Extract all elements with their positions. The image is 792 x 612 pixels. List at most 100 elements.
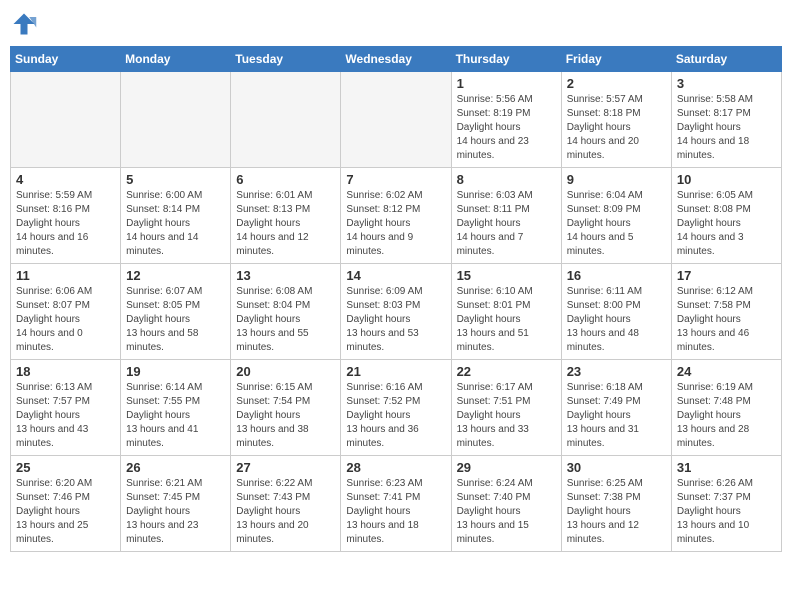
day-info: Sunrise: 6:26 AMSunset: 7:37 PMDaylight … xyxy=(677,477,776,547)
calendar-day-26: 26 Sunrise: 6:21 AMSunset: 7:45 PMDayligh… xyxy=(121,456,231,552)
day-number: 2 xyxy=(567,76,666,91)
day-info: Sunrise: 6:14 AMSunset: 7:55 PMDaylight … xyxy=(126,381,225,451)
day-number: 4 xyxy=(16,172,115,187)
day-number: 6 xyxy=(236,172,335,187)
page: SundayMondayTuesdayWednesdayThursdayFrid… xyxy=(0,0,792,562)
calendar-day-25: 25Sunrise: 6:20 AMSunset: 7:46 PMDayligh… xyxy=(11,456,121,552)
calendar-day-30: 30 Sunrise: 6:25 AMSunset: 7:38 PMDayligh… xyxy=(561,456,671,552)
day-info: Sunrise: 6:16 AMSunset: 7:52 PMDaylight … xyxy=(346,381,445,451)
day-number: 24 xyxy=(677,364,776,379)
calendar-day-22: 22 Sunrise: 6:17 AMSunset: 7:51 PMDayligh… xyxy=(451,360,561,456)
calendar-day-23: 23 Sunrise: 6:18 AMSunset: 7:49 PMDayligh… xyxy=(561,360,671,456)
day-number: 11 xyxy=(16,268,115,283)
calendar-day-4: 4 Sunrise: 5:59 AMSunset: 8:16 PMDaylight… xyxy=(11,168,121,264)
calendar-header-row: SundayMondayTuesdayWednesdayThursdayFrid… xyxy=(11,47,782,72)
day-info: Sunrise: 6:15 AMSunset: 7:54 PMDaylight … xyxy=(236,381,335,451)
calendar-week-1: 1Sunrise: 5:56 AMSunset: 8:19 PMDaylight… xyxy=(11,72,782,168)
day-number: 8 xyxy=(457,172,556,187)
calendar-day-14: 14Sunrise: 6:09 AMSunset: 8:03 PMDayligh… xyxy=(341,264,451,360)
day-info: Sunrise: 5:59 AMSunset: 8:16 PMDaylight … xyxy=(16,189,115,259)
day-number: 25 xyxy=(16,460,115,475)
day-number: 7 xyxy=(346,172,445,187)
day-info: Sunrise: 6:19 AMSunset: 7:48 PMDaylight … xyxy=(677,381,776,451)
day-number: 17 xyxy=(677,268,776,283)
day-info: Sunrise: 6:25 AMSunset: 7:38 PMDaylight … xyxy=(567,477,666,547)
day-number: 31 xyxy=(677,460,776,475)
day-number: 26 xyxy=(126,460,225,475)
calendar-day-empty xyxy=(121,72,231,168)
day-number: 18 xyxy=(16,364,115,379)
day-info: Sunrise: 6:18 AMSunset: 7:49 PMDaylight … xyxy=(567,381,666,451)
day-info: Sunrise: 6:08 AMSunset: 8:04 PMDaylight … xyxy=(236,285,335,355)
calendar-day-17: 17 Sunrise: 6:12 AMSunset: 7:58 PMDayligh… xyxy=(671,264,781,360)
day-info: Sunrise: 6:02 AMSunset: 8:12 PMDaylight … xyxy=(346,189,445,259)
calendar-day-31: 31 Sunrise: 6:26 AMSunset: 7:37 PMDayligh… xyxy=(671,456,781,552)
day-info: Sunrise: 6:12 AMSunset: 7:58 PMDaylight … xyxy=(677,285,776,355)
day-info: Sunrise: 6:17 AMSunset: 7:51 PMDaylight … xyxy=(457,381,556,451)
calendar-day-1: 1Sunrise: 5:56 AMSunset: 8:19 PMDaylight… xyxy=(451,72,561,168)
day-info: Sunrise: 6:23 AMSunset: 7:41 PMDaylight … xyxy=(346,477,445,547)
logo-icon xyxy=(10,10,38,38)
calendar-day-7: 7 Sunrise: 6:02 AMSunset: 8:12 PMDaylight… xyxy=(341,168,451,264)
day-number: 20 xyxy=(236,364,335,379)
day-info: Sunrise: 6:07 AMSunset: 8:05 PMDaylight … xyxy=(126,285,225,355)
day-info: Sunrise: 6:24 AMSunset: 7:40 PMDaylight … xyxy=(457,477,556,547)
calendar-day-29: 29 Sunrise: 6:24 AMSunset: 7:40 PMDayligh… xyxy=(451,456,561,552)
day-info: Sunrise: 6:21 AMSunset: 7:45 PMDaylight … xyxy=(126,477,225,547)
day-number: 27 xyxy=(236,460,335,475)
calendar-day-19: 19Sunrise: 6:14 AMSunset: 7:55 PMDayligh… xyxy=(121,360,231,456)
day-number: 13 xyxy=(236,268,335,283)
calendar-header-sunday: Sunday xyxy=(11,47,121,72)
day-info: Sunrise: 6:10 AMSunset: 8:01 PMDaylight … xyxy=(457,285,556,355)
calendar-week-2: 4 Sunrise: 5:59 AMSunset: 8:16 PMDaylight… xyxy=(11,168,782,264)
calendar-day-21: 21 Sunrise: 6:16 AMSunset: 7:52 PMDayligh… xyxy=(341,360,451,456)
logo xyxy=(10,10,42,38)
day-info: Sunrise: 6:05 AMSunset: 8:08 PMDaylight … xyxy=(677,189,776,259)
day-number: 29 xyxy=(457,460,556,475)
calendar-week-4: 18Sunrise: 6:13 AMSunset: 7:57 PMDayligh… xyxy=(11,360,782,456)
calendar-header-saturday: Saturday xyxy=(671,47,781,72)
calendar-day-11: 11 Sunrise: 6:06 AMSunset: 8:07 PMDayligh… xyxy=(11,264,121,360)
calendar-header-wednesday: Wednesday xyxy=(341,47,451,72)
day-number: 15 xyxy=(457,268,556,283)
day-number: 30 xyxy=(567,460,666,475)
day-number: 22 xyxy=(457,364,556,379)
header xyxy=(10,10,782,38)
day-info: Sunrise: 6:00 AMSunset: 8:14 PMDaylight … xyxy=(126,189,225,259)
day-info: Sunrise: 6:22 AMSunset: 7:43 PMDaylight … xyxy=(236,477,335,547)
calendar-week-5: 25Sunrise: 6:20 AMSunset: 7:46 PMDayligh… xyxy=(11,456,782,552)
calendar-header-friday: Friday xyxy=(561,47,671,72)
day-number: 9 xyxy=(567,172,666,187)
day-info: Sunrise: 5:58 AMSunset: 8:17 PMDaylight … xyxy=(677,93,776,163)
day-info: Sunrise: 6:11 AMSunset: 8:00 PMDaylight … xyxy=(567,285,666,355)
day-info: Sunrise: 6:06 AMSunset: 8:07 PMDaylight … xyxy=(16,285,115,355)
day-info: Sunrise: 6:01 AMSunset: 8:13 PMDaylight … xyxy=(236,189,335,259)
day-number: 5 xyxy=(126,172,225,187)
day-info: Sunrise: 6:03 AMSunset: 8:11 PMDaylight … xyxy=(457,189,556,259)
calendar-week-3: 11 Sunrise: 6:06 AMSunset: 8:07 PMDayligh… xyxy=(11,264,782,360)
calendar-header-thursday: Thursday xyxy=(451,47,561,72)
calendar-day-16: 16 Sunrise: 6:11 AMSunset: 8:00 PMDayligh… xyxy=(561,264,671,360)
calendar-day-27: 27 Sunrise: 6:22 AMSunset: 7:43 PMDayligh… xyxy=(231,456,341,552)
day-number: 3 xyxy=(677,76,776,91)
calendar-day-3: 3 Sunrise: 5:58 AMSunset: 8:17 PMDaylight… xyxy=(671,72,781,168)
day-number: 28 xyxy=(346,460,445,475)
calendar-day-20: 20 Sunrise: 6:15 AMSunset: 7:54 PMDayligh… xyxy=(231,360,341,456)
calendar-day-24: 24 Sunrise: 6:19 AMSunset: 7:48 PMDayligh… xyxy=(671,360,781,456)
calendar-day-empty xyxy=(231,72,341,168)
day-number: 16 xyxy=(567,268,666,283)
calendar-day-18: 18Sunrise: 6:13 AMSunset: 7:57 PMDayligh… xyxy=(11,360,121,456)
calendar-day-2: 2 Sunrise: 5:57 AMSunset: 8:18 PMDaylight… xyxy=(561,72,671,168)
day-number: 23 xyxy=(567,364,666,379)
calendar-day-empty xyxy=(11,72,121,168)
calendar-table: SundayMondayTuesdayWednesdayThursdayFrid… xyxy=(10,46,782,552)
day-info: Sunrise: 5:57 AMSunset: 8:18 PMDaylight … xyxy=(567,93,666,163)
calendar-header-tuesday: Tuesday xyxy=(231,47,341,72)
day-number: 21 xyxy=(346,364,445,379)
calendar-day-empty xyxy=(341,72,451,168)
calendar-day-6: 6 Sunrise: 6:01 AMSunset: 8:13 PMDaylight… xyxy=(231,168,341,264)
calendar-day-8: 8 Sunrise: 6:03 AMSunset: 8:11 PMDaylight… xyxy=(451,168,561,264)
calendar-day-5: 5 Sunrise: 6:00 AMSunset: 8:14 PMDaylight… xyxy=(121,168,231,264)
calendar-day-28: 28 Sunrise: 6:23 AMSunset: 7:41 PMDayligh… xyxy=(341,456,451,552)
calendar-day-10: 10Sunrise: 6:05 AMSunset: 8:08 PMDayligh… xyxy=(671,168,781,264)
